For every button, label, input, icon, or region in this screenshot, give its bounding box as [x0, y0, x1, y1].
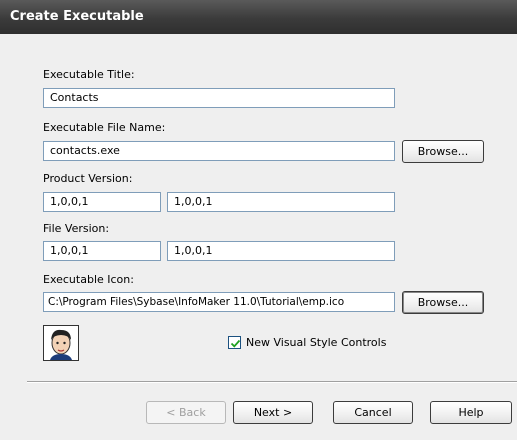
browse-exe-button[interactable]: Browse...	[402, 140, 484, 163]
exe-icon-field[interactable]: C:\Program Files\Sybase\InfoMaker 11.0\T…	[43, 292, 395, 312]
exe-file-field[interactable]: contacts.exe	[43, 141, 395, 161]
exe-title-label: Executable Title:	[43, 68, 135, 81]
title-bar: Create Executable	[0, 0, 517, 34]
cancel-button[interactable]: Cancel	[333, 401, 413, 424]
product-version-field-2[interactable]: 1,0,0,1	[167, 192, 395, 212]
file-version-field-2[interactable]: 1,0,0,1	[167, 241, 395, 261]
window-title: Create Executable	[10, 9, 144, 24]
back-button[interactable]: < Back	[146, 401, 226, 424]
window-edge	[517, 0, 527, 440]
product-version-label: Product Version:	[43, 172, 133, 185]
file-version-label: File Version:	[43, 222, 110, 235]
exe-title-field[interactable]: Contacts	[43, 88, 395, 108]
exe-icon-label: Executable Icon:	[43, 273, 134, 286]
visual-style-label[interactable]: New Visual Style Controls	[246, 336, 386, 349]
file-version-field-1[interactable]: 1,0,0,1	[43, 241, 161, 261]
help-button[interactable]: Help	[430, 401, 512, 424]
checkmark-icon	[230, 339, 241, 348]
exe-file-label: Executable File Name:	[43, 121, 166, 134]
visual-style-checkbox[interactable]	[228, 336, 241, 349]
next-button[interactable]: Next >	[233, 401, 313, 424]
product-version-field-1[interactable]: 1,0,0,1	[43, 192, 161, 212]
separator	[27, 381, 517, 383]
browse-icon-button[interactable]: Browse...	[402, 291, 484, 314]
employee-face-icon	[43, 325, 79, 361]
